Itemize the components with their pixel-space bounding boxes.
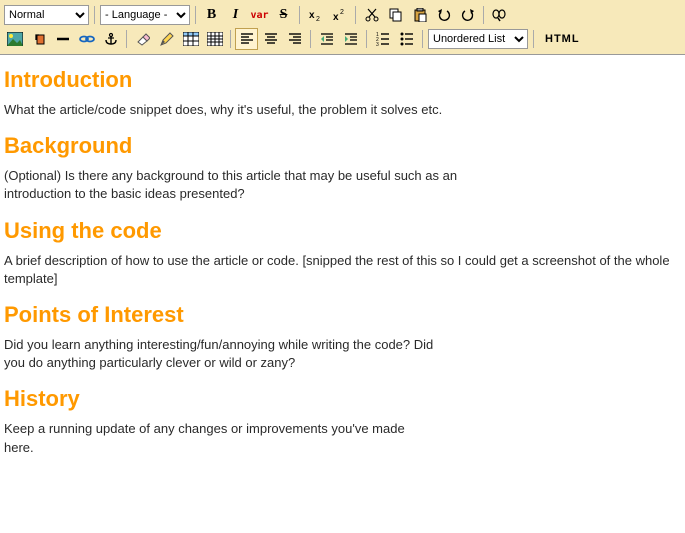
separator [299, 6, 300, 24]
section-heading: Points of Interest [4, 302, 681, 328]
separator [126, 30, 127, 48]
svg-text:x: x [333, 12, 339, 22]
toolbar-row-1: Normal - Language - B I var S x2 x2 [4, 3, 681, 27]
undo-button[interactable] [433, 5, 454, 25]
toolbar-row-2: 123 Unordered List HTML [4, 27, 681, 51]
cut-button[interactable] [361, 5, 382, 25]
section-heading: History [4, 386, 681, 412]
separator [355, 6, 356, 24]
separator [533, 30, 534, 48]
redo-button[interactable] [457, 5, 478, 25]
separator [195, 6, 196, 24]
attach-button[interactable] [28, 29, 49, 49]
ordered-list-button[interactable]: 123 [372, 29, 393, 49]
toolbar: Normal - Language - B I var S x2 x2 [0, 0, 685, 55]
italic-button[interactable]: I [225, 5, 246, 25]
section-heading: Background [4, 133, 681, 159]
section-body: What the article/code snippet does, why … [4, 101, 681, 119]
image-button[interactable] [4, 29, 25, 49]
table-button[interactable] [180, 29, 201, 49]
separator [422, 30, 423, 48]
var-button[interactable]: var [249, 5, 270, 25]
paste-button[interactable] [409, 5, 430, 25]
section-body: (Optional) Is there any background to th… [4, 167, 464, 203]
link-button[interactable] [76, 29, 97, 49]
bold-button[interactable]: B [201, 5, 222, 25]
svg-text:2: 2 [316, 16, 320, 22]
outdent-button[interactable] [316, 29, 337, 49]
section-body: Keep a running update of any changes or … [4, 420, 424, 456]
section-body: Did you learn anything interesting/fun/a… [4, 336, 444, 372]
eraser-button[interactable] [132, 29, 153, 49]
unordered-list-button[interactable] [396, 29, 417, 49]
separator [310, 30, 311, 48]
hr-button[interactable] [52, 29, 73, 49]
superscript-button[interactable]: x2 [329, 5, 350, 25]
grid-button[interactable] [204, 29, 225, 49]
strikethrough-button[interactable]: S [273, 5, 294, 25]
separator [230, 30, 231, 48]
list-type-select[interactable]: Unordered List [428, 29, 528, 49]
svg-text:3: 3 [376, 42, 379, 46]
html-button[interactable]: HTML [539, 31, 586, 47]
section-heading: Using the code [4, 218, 681, 244]
separator [94, 6, 95, 24]
align-right-button[interactable] [284, 29, 305, 49]
section-body: A brief description of how to use the ar… [4, 252, 681, 288]
copy-button[interactable] [385, 5, 406, 25]
pencil-button[interactable] [156, 29, 177, 49]
align-left-button[interactable] [236, 29, 257, 49]
separator [483, 6, 484, 24]
separator [366, 30, 367, 48]
section-heading: Introduction [4, 67, 681, 93]
find-button[interactable] [489, 5, 510, 25]
svg-text:2: 2 [340, 9, 344, 16]
align-center-button[interactable] [260, 29, 281, 49]
style-select[interactable]: Normal [4, 5, 89, 25]
subscript-button[interactable]: x2 [305, 5, 326, 25]
editor-content[interactable]: Introduction What the article/code snipp… [0, 55, 685, 475]
anchor-button[interactable] [100, 29, 121, 49]
indent-button[interactable] [340, 29, 361, 49]
svg-text:x: x [309, 10, 315, 21]
language-select[interactable]: - Language - [100, 5, 190, 25]
